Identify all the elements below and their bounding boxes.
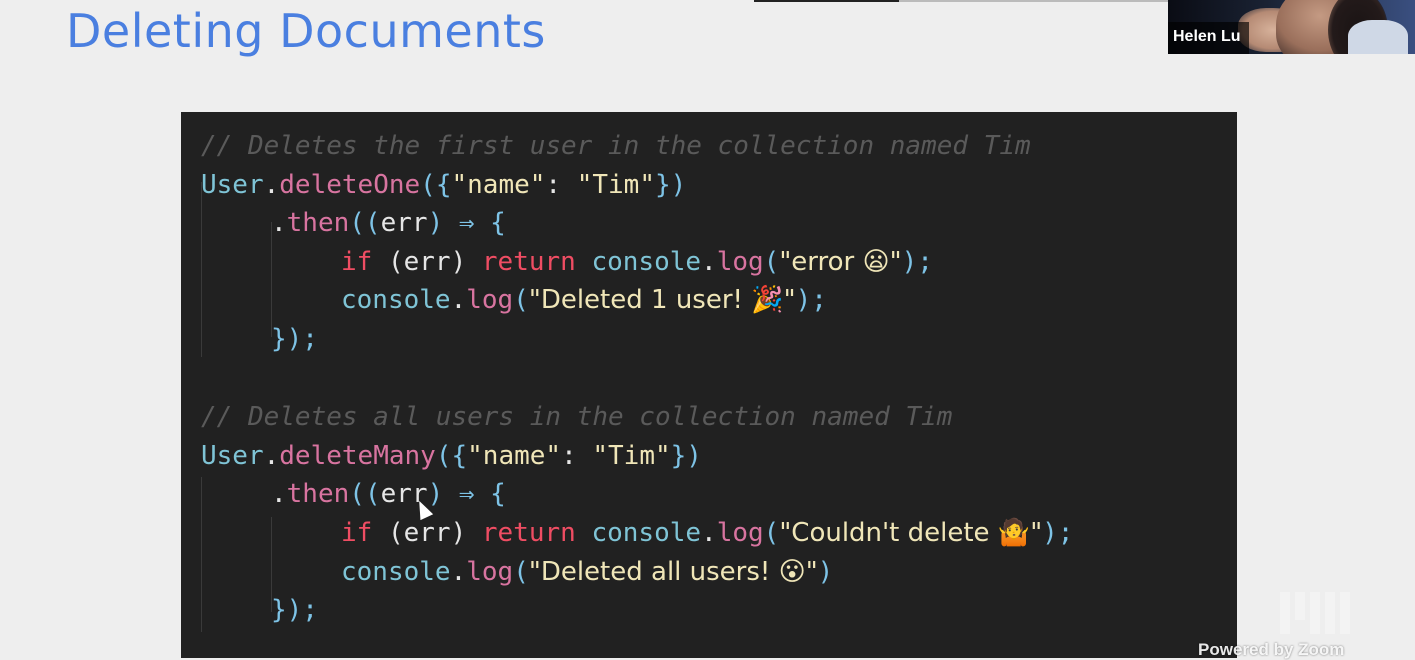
code-arg: err	[380, 208, 428, 238]
code-dot: .	[450, 285, 467, 315]
code-object: console	[575, 247, 702, 277]
code-close: })	[670, 441, 702, 471]
participant-video[interactable]: Helen Lu	[1168, 0, 1415, 54]
code-open: (	[513, 557, 529, 587]
code-arrow: ) ⇒ {	[427, 479, 506, 509]
code-colon: :	[545, 170, 577, 200]
code-comment: // Deletes all users in the collection n…	[201, 402, 953, 432]
code-line-call: User.deleteOne({"name": "Tim"})	[201, 167, 686, 203]
code-open: (	[763, 247, 780, 277]
code-open: ({	[420, 170, 452, 200]
code-keyword: if	[341, 247, 373, 277]
code-line-log: console.log("Deleted 1 user! 🎉");	[341, 282, 827, 318]
code-object: User	[201, 170, 264, 200]
code-keyword: return	[481, 518, 576, 548]
code-dot: .	[450, 557, 467, 587]
code-key: "name"	[451, 170, 546, 200]
code-object: console	[575, 518, 702, 548]
code-function: log	[466, 285, 514, 315]
code-open: ((	[349, 479, 381, 509]
code-block: // Deletes the first user in the collect…	[181, 112, 1237, 658]
code-object: console	[341, 285, 451, 315]
indent-guide	[201, 477, 202, 632]
code-end: });	[271, 324, 318, 354]
code-colon: :	[561, 441, 593, 471]
code-key: "name"	[467, 441, 562, 471]
code-value: "Tim"	[576, 170, 655, 200]
code-dot: .	[271, 479, 287, 509]
code-arrow: ) ⇒ {	[427, 208, 506, 238]
code-line-end: });	[271, 321, 318, 357]
code-line-end: });	[271, 592, 318, 628]
code-dot: .	[701, 247, 717, 277]
code-close: );	[1042, 518, 1074, 548]
code-object: console	[341, 557, 451, 587]
mit-logo	[1280, 592, 1350, 634]
code-keyword: return	[481, 247, 576, 277]
code-dot: .	[701, 518, 717, 548]
code-value: "Tim"	[592, 441, 671, 471]
code-dot: .	[263, 170, 280, 200]
code-comment: // Deletes the first user in the collect…	[201, 131, 1031, 161]
code-close: })	[655, 170, 687, 200]
code-line-then: .then((err) ⇒ {	[271, 205, 506, 241]
code-function: deleteOne	[279, 170, 421, 200]
top-progress-segment	[899, 0, 1169, 2]
code-string: "Couldn't delete 🤷"	[779, 518, 1043, 548]
code-close: )	[817, 557, 834, 587]
code-function: then	[286, 479, 350, 509]
code-open: ({	[435, 441, 468, 471]
code-dot: .	[271, 208, 287, 238]
code-end: });	[271, 595, 318, 625]
code-string: "Deleted 1 user! 🎉"	[528, 285, 796, 315]
code-line-if: if (err) return console.log("Couldn't de…	[341, 515, 1073, 551]
slide-title: Deleting Documents	[66, 4, 546, 58]
code-condition: (err)	[372, 247, 482, 277]
code-function: log	[716, 518, 764, 548]
code-function: then	[286, 208, 350, 238]
code-string: "error 😦"	[779, 247, 902, 277]
code-keyword: if	[341, 518, 373, 548]
code-open: (	[513, 285, 529, 315]
code-line-comment: // Deletes all users in the collection n…	[201, 399, 952, 435]
top-progress-bar	[754, 0, 1169, 2]
code-object: User	[201, 441, 264, 471]
code-close: );	[795, 285, 827, 315]
indent-guide	[201, 182, 202, 357]
code-open: (	[763, 518, 780, 548]
code-dot: .	[263, 441, 280, 471]
code-string: "Deleted all users! 😮"	[528, 557, 818, 587]
code-open: ((	[349, 208, 381, 238]
code-line-comment: // Deletes the first user in the collect…	[201, 128, 1031, 164]
video-shirt	[1348, 20, 1408, 54]
participant-name: Helen Lu	[1168, 22, 1249, 54]
code-function: deleteMany	[279, 441, 436, 471]
code-function: log	[716, 247, 764, 277]
code-line-call: User.deleteMany({"name": "Tim"})	[201, 438, 702, 474]
powered-by-zoom: Powered by Zoom	[1198, 640, 1345, 659]
code-close: );	[901, 247, 933, 277]
code-line-if: if (err) return console.log("error 😦");	[341, 244, 933, 280]
code-line-log: console.log("Deleted all users! 😮")	[341, 554, 833, 590]
code-function: log	[466, 557, 514, 587]
code-line-then: .then((err) ⇒ {	[271, 476, 506, 512]
code-condition: (err)	[372, 518, 482, 548]
